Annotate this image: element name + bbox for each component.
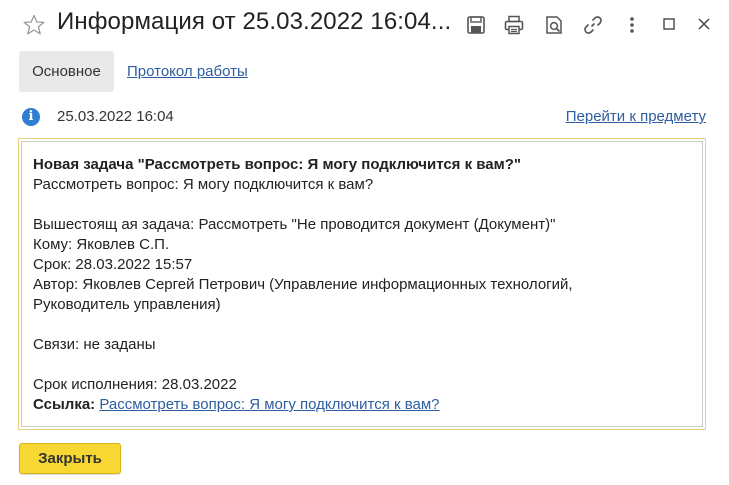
title-bar: Информация от 25.03.2022 16:04... bbox=[0, 0, 729, 50]
maximize-icon[interactable] bbox=[658, 13, 680, 35]
deadline: Срок: 28.03.2022 15:57 bbox=[33, 256, 193, 273]
print-icon[interactable] bbox=[503, 14, 525, 36]
message-frame: Новая задача "Рассмотреть вопрос: Я могу… bbox=[18, 138, 706, 430]
message-subtitle: Рассмотреть вопрос: Я могу подключится к… bbox=[33, 176, 374, 193]
window-title: Информация от 25.03.2022 16:04... bbox=[57, 8, 452, 35]
close-icon[interactable] bbox=[693, 13, 715, 35]
goto-subject-link[interactable]: Перейти к предмету bbox=[566, 108, 706, 125]
tab-main[interactable]: Основное bbox=[19, 51, 114, 92]
save-icon[interactable] bbox=[465, 14, 487, 36]
favorite-star-icon[interactable] bbox=[22, 13, 46, 37]
relations: Связи: не заданы bbox=[33, 336, 156, 353]
author-line-2: Руководитель управления) bbox=[33, 296, 221, 313]
reference-row: Ссылка: Рассмотреть вопрос: Я могу подкл… bbox=[33, 395, 691, 415]
message-heading: Новая задача "Рассмотреть вопрос: Я могу… bbox=[33, 156, 522, 173]
preview-icon[interactable] bbox=[543, 14, 565, 36]
info-date: 25.03.2022 16:04 bbox=[57, 108, 174, 125]
info-row: i 25.03.2022 16:04 Перейти к предмету bbox=[0, 104, 729, 130]
reference-label: Ссылка: bbox=[33, 396, 96, 413]
tab-work-log[interactable]: Протокол работы bbox=[127, 51, 248, 92]
reference-link[interactable]: Рассмотреть вопрос: Я могу подключится к… bbox=[99, 396, 439, 413]
close-button[interactable]: Закрыть bbox=[19, 443, 121, 474]
due-date: Срок исполнения: 28.03.2022 bbox=[33, 376, 237, 393]
message-body[interactable]: Новая задача "Рассмотреть вопрос: Я могу… bbox=[21, 141, 703, 427]
info-icon: i bbox=[22, 108, 40, 126]
more-icon[interactable] bbox=[621, 14, 643, 36]
recipient: Кому: Яковлев С.П. bbox=[33, 236, 170, 253]
parent-task: Вышестоящ ая задача: Рассмотреть "Не про… bbox=[33, 216, 556, 233]
link-icon[interactable] bbox=[582, 14, 604, 36]
author-line-1: Автор: Яковлев Сергей Петрович (Управлен… bbox=[33, 276, 573, 293]
